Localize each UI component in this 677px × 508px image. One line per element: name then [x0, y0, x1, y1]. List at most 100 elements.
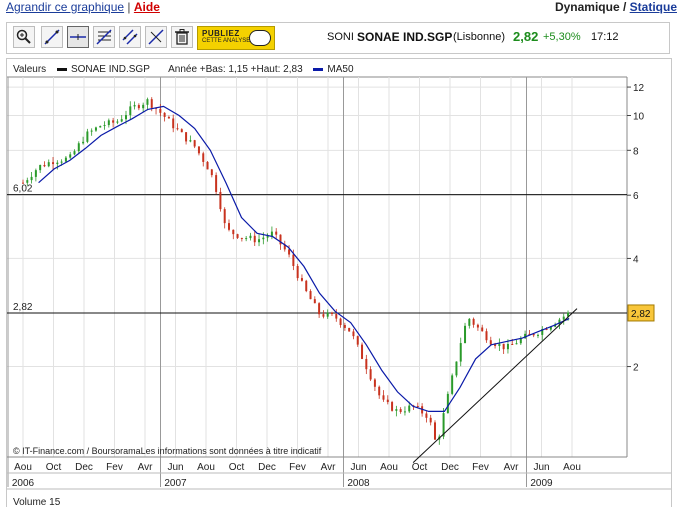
candle-body [227, 223, 230, 230]
candle-body [73, 151, 76, 155]
candle-body [318, 303, 321, 315]
dynamic-mode[interactable]: Dynamique [555, 0, 620, 14]
x-tick-label: Oct [229, 462, 245, 473]
candle-body [26, 180, 29, 183]
candle-body [459, 343, 462, 362]
channel-icon [122, 29, 138, 45]
candle-body [326, 312, 329, 317]
candle-body [446, 393, 449, 414]
y-tick-label: 2 [633, 363, 639, 374]
chart-mode-switch: Dynamique / Statique [555, 0, 677, 14]
volume-panel-label: Volume 15 [13, 497, 61, 508]
candle-body [386, 399, 389, 403]
year-label: 2008 [347, 478, 370, 489]
candle-body [103, 125, 106, 127]
quote-change: +5,30% [543, 31, 581, 43]
candle-body [451, 375, 454, 394]
candle-body [468, 318, 471, 326]
reference-line-label: 6,02 [13, 184, 33, 195]
channel-tool-button[interactable] [119, 26, 141, 48]
static-mode-link[interactable]: Statique [630, 0, 677, 14]
publish-analysis-button[interactable]: PUBLIEZ CETTE ANALYSE [197, 26, 275, 50]
x-tick-label: Oct [412, 462, 428, 473]
quote-code: SONI [327, 31, 354, 43]
horizontal-line-tool-button[interactable] [67, 26, 89, 48]
candle-body [86, 131, 89, 142]
delete-tool-button[interactable] [171, 26, 193, 48]
candle-body [399, 409, 402, 412]
candle-body [249, 235, 252, 239]
candle-body [210, 169, 213, 176]
parallel-lines-tool-button[interactable] [145, 26, 167, 48]
x-tick-label: Jun [350, 462, 366, 473]
enlarge-chart-link[interactable]: Agrandir ce graphique [6, 0, 124, 14]
candle-body [562, 316, 565, 320]
candle-body [536, 334, 539, 336]
x-tick-label: Fev [472, 462, 489, 473]
candle-body [502, 343, 505, 350]
candle-body [361, 344, 364, 359]
zoom-tool-button[interactable] [13, 26, 35, 48]
x-tick-label: Aou [14, 462, 32, 473]
candle-body [275, 231, 278, 235]
chart-frame: 2 4 6 8 10 12 6,02 2,82 2,82 Aou Oct Dec Fev Avr Jun Ao… [6, 58, 672, 507]
help-link[interactable]: Aide [134, 0, 160, 14]
candle-body [335, 314, 338, 319]
legend-ma-swatch [313, 67, 324, 71]
candle-body [223, 209, 226, 224]
quote-market: (Lisbonne) [453, 31, 505, 43]
candle-body [34, 170, 37, 177]
candle-body [172, 118, 175, 129]
speech-bubble-icon [249, 30, 271, 46]
legend-series-name: SONAE IND.SGP [70, 64, 150, 75]
candle-body [52, 162, 55, 165]
fibonacci-tool-button[interactable] [93, 26, 115, 48]
candle-body [39, 165, 42, 171]
trendline [412, 308, 578, 464]
x-tick-label: Aou [197, 462, 215, 473]
candle-body [288, 249, 291, 255]
candle-body [137, 105, 140, 109]
candle-body [378, 386, 381, 396]
legend-ma: MA50 [313, 64, 361, 75]
trendline-tool-button[interactable] [41, 26, 63, 48]
candle-body [515, 343, 518, 345]
x-tick-label: Oct [46, 462, 62, 473]
candle-body [219, 191, 222, 210]
candle-body [305, 280, 308, 292]
x-tick-label: Fev [289, 462, 306, 473]
y-tick-label: 8 [633, 146, 639, 157]
x-tick-label: Fev [106, 462, 123, 473]
candle-body [56, 162, 59, 165]
candle-body [133, 105, 136, 107]
legend-series: SONAE IND.SGP [56, 64, 158, 75]
candle-body [472, 318, 475, 325]
candle-body [365, 358, 368, 370]
price-chart[interactable]: 2 4 6 8 10 12 6,02 2,82 2,82 Aou Oct Dec Fev Avr Jun Ao… [7, 59, 671, 508]
candle-body [176, 128, 179, 130]
top-links-left: Agrandir ce graphique | Aide [6, 0, 160, 14]
chart-toolbar: PUBLIEZ CETTE ANALYSE SONI SONAE IND.SGP… [6, 22, 670, 54]
legend-ma-name: MA50 [327, 64, 354, 75]
candle-body [313, 299, 316, 304]
x-tick-label: Avr [321, 462, 336, 473]
candle-body [146, 99, 149, 105]
candle-body [150, 99, 153, 108]
candle-body [481, 327, 484, 332]
candle-body [197, 146, 200, 154]
x-tick-label: Avr [138, 462, 153, 473]
candle-body [356, 336, 359, 345]
x-tick-label: Dec [258, 462, 276, 473]
candle-body [373, 379, 376, 387]
candle-body [270, 231, 273, 237]
legend-range: Année +Bas: 1,15 +Haut: 2,83 [168, 64, 303, 75]
candle-body [232, 229, 235, 235]
candle-body [382, 395, 385, 400]
candle-body [189, 140, 192, 142]
candle-body [322, 314, 325, 317]
candle-body [498, 343, 501, 347]
candle-body [180, 129, 183, 133]
candle-body [506, 343, 509, 350]
candle-body [391, 402, 394, 411]
candle-body [262, 237, 265, 240]
